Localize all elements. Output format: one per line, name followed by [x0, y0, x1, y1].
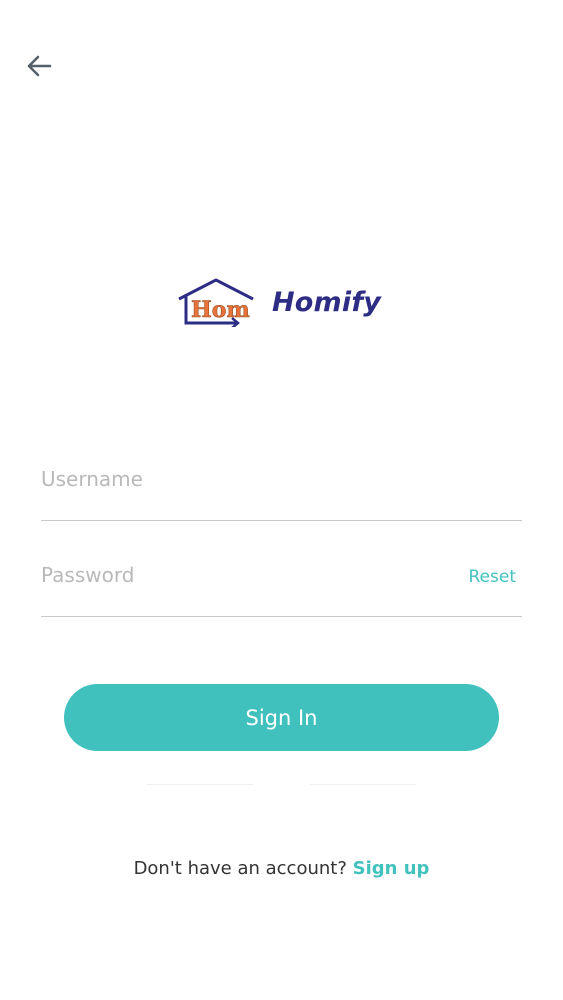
signup-prompt-text: Don't have an account?	[133, 858, 353, 879]
arrow-left-icon	[27, 55, 52, 77]
divider-right	[310, 784, 416, 785]
reset-password-link[interactable]: Reset	[469, 567, 517, 587]
username-field	[41, 456, 522, 521]
house-logo-icon: Hom	[178, 278, 254, 327]
logo-mark-text: Hom	[191, 297, 250, 323]
back-button[interactable]	[20, 48, 58, 84]
brand-name: Homify	[272, 286, 382, 318]
password-field: Reset	[41, 552, 522, 617]
app-logo: Hom Homify	[176, 276, 388, 328]
divider-left	[147, 784, 253, 785]
sign-up-link[interactable]: Sign up	[353, 858, 430, 879]
password-input[interactable]	[41, 560, 441, 590]
username-input[interactable]	[41, 464, 441, 494]
signup-prompt-row: Don't have an account? Sign up	[0, 858, 563, 879]
sign-in-button[interactable]: Sign In	[64, 684, 499, 751]
